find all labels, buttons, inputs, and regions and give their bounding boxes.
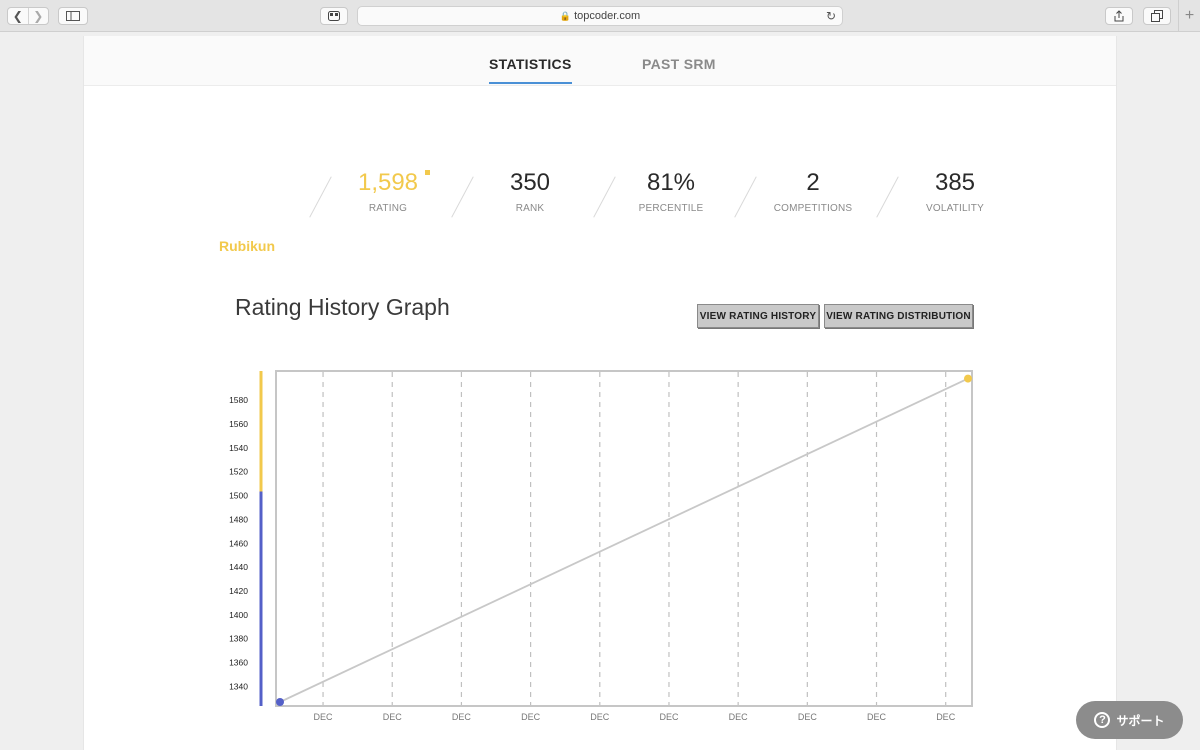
- y-tick-label: 1420: [229, 586, 248, 596]
- y-tick-label: 1340: [229, 681, 248, 691]
- x-tick-label: DEC: [521, 712, 541, 722]
- data-point: [964, 374, 972, 383]
- y-tick-label: 1480: [229, 514, 248, 524]
- x-tick-label: DEC: [452, 712, 472, 722]
- x-tick-label: DEC: [798, 712, 818, 722]
- rating-line: [279, 377, 969, 703]
- back-icon[interactable]: ❮: [8, 8, 28, 24]
- forward-icon[interactable]: ❯: [27, 8, 49, 24]
- rating-history-chart: DEC DEC DEC DEC DEC DEC DEC DEC DEC DEC 1580 1560 15…: [229, 370, 973, 722]
- x-tick-label: DEC: [383, 712, 403, 722]
- x-tick-label: DEC: [867, 712, 887, 722]
- new-tab-icon[interactable]: +: [1178, 0, 1200, 32]
- lock-icon: 🔒: [559, 10, 572, 21]
- help-icon: ?: [1094, 712, 1111, 728]
- support-label: サポート: [1116, 713, 1165, 728]
- x-tick-label: DEC: [659, 712, 679, 722]
- nav-buttons: ❮ ❯: [7, 7, 49, 25]
- reader-icon: [328, 11, 340, 21]
- address-bar[interactable]: 🔒 topcoder.com ↻: [357, 6, 843, 26]
- x-tick-label: DEC: [590, 712, 610, 722]
- y-tick-label: 1540: [229, 443, 248, 453]
- url-text: topcoder.com: [574, 10, 641, 22]
- y-tick-label: 1560: [229, 419, 248, 429]
- x-tick-label: DEC: [729, 712, 749, 722]
- y-tick-label: 1580: [229, 395, 248, 405]
- x-tick-label: DEC: [314, 712, 334, 722]
- sidebar-toggle-button[interactable]: [58, 7, 88, 25]
- reload-icon[interactable]: ↻: [826, 9, 836, 23]
- y-tick-label: 1440: [229, 562, 248, 572]
- x-tick-label: DEC: [936, 712, 956, 722]
- browser-toolbar: ❮ ❯ 🔒 topcoder.com ↻ +: [0, 0, 1200, 32]
- sidebar-icon: [66, 11, 80, 21]
- data-point: [276, 698, 284, 706]
- share-button[interactable]: [1105, 7, 1133, 25]
- y-tick-label: 1380: [229, 634, 248, 644]
- profile-page: STATISTICS PAST SRM 1,598 RATING 350 RAN…: [83, 36, 1117, 750]
- y-tick-label: 1400: [229, 610, 248, 620]
- tabs-icon: [1151, 10, 1163, 22]
- y-tick-label: 1520: [229, 467, 248, 477]
- y-tick-label: 1500: [229, 491, 248, 501]
- support-button[interactable]: ? サポート: [1076, 701, 1183, 739]
- tabs-overview-button[interactable]: [1143, 7, 1171, 25]
- y-tick-label: 1360: [229, 658, 248, 668]
- y-tick-label: 1460: [229, 538, 248, 548]
- extension-button[interactable]: [320, 7, 348, 25]
- share-icon: [1114, 10, 1124, 22]
